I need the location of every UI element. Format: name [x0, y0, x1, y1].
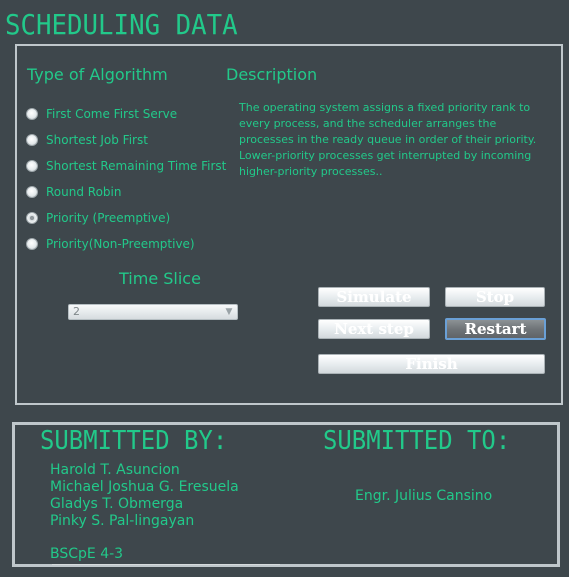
radio-button-icon[interactable] [26, 160, 38, 172]
submission-panel: SUBMITTED BY: SUBMITTED TO: Harold T. As… [12, 422, 560, 567]
recipient-name: Engr. Julius Cansino [355, 488, 493, 504]
finish-button[interactable]: Finish [318, 354, 545, 374]
radio-button-icon[interactable] [26, 134, 38, 146]
time-slice-value: 2 [73, 305, 80, 318]
next-step-button[interactable]: Next step [318, 319, 430, 339]
description-section-title: Description [226, 65, 318, 84]
time-slice-label: Time Slice [119, 269, 201, 288]
radio-button-icon[interactable] [26, 238, 38, 250]
time-slice-select[interactable]: 2 ▼ [68, 304, 238, 320]
algorithm-section-title: Type of Algorithm [27, 65, 168, 84]
radio-label: First Come First Serve [46, 107, 178, 121]
algorithm-radio-list: First Come First Serve Shortest Job Firs… [26, 101, 226, 257]
section-code: BSCpE 4-3 [50, 546, 124, 562]
submitted-by-heading: SUBMITTED BY: [40, 426, 228, 456]
radio-priority-preemptive[interactable]: Priority (Preemptive) [26, 205, 226, 231]
radio-button-selected-icon[interactable] [26, 212, 38, 224]
page-title: SCHEDULING DATA [5, 8, 238, 41]
simulate-button[interactable]: Simulate [318, 287, 430, 307]
radio-button-icon[interactable] [26, 186, 38, 198]
radio-label: Round Robin [46, 185, 122, 199]
member-name: Harold T. Asuncion [50, 462, 180, 478]
radio-first-come-first-serve[interactable]: First Come First Serve [26, 101, 226, 127]
algorithm-description: The operating system assigns a fixed pri… [239, 101, 537, 178]
radio-shortest-remaining-time-first[interactable]: Shortest Remaining Time First [26, 153, 226, 179]
submitted-to-heading: SUBMITTED TO: [323, 426, 511, 456]
radio-shortest-job-first[interactable]: Shortest Job First [26, 127, 226, 153]
stop-button[interactable]: Stop [445, 287, 545, 307]
radio-label: Priority (Preemptive) [46, 211, 171, 225]
radio-round-robin[interactable]: Round Robin [26, 179, 226, 205]
restart-button[interactable]: Restart [445, 318, 546, 340]
radio-label: Shortest Remaining Time First [46, 159, 227, 173]
main-panel: Type of Algorithm Description First Come… [15, 44, 563, 405]
radio-label: Shortest Job First [46, 133, 148, 147]
section-divider [52, 564, 280, 565]
app-window: SCHEDULING DATA Type of Algorithm Descri… [0, 0, 569, 577]
radio-label: Priority(Non-Preemptive) [46, 237, 195, 251]
member-list: Harold T. Asuncion Michael Joshua G. Ere… [50, 462, 310, 530]
radio-button-icon[interactable] [26, 108, 38, 120]
member-name: Gladys T. Obmerga [50, 496, 184, 512]
radio-priority-non-preemptive[interactable]: Priority(Non-Preemptive) [26, 231, 226, 257]
chevron-down-icon[interactable]: ▼ [221, 305, 237, 319]
member-name: Michael Joshua G. Eresuela [50, 479, 239, 495]
member-name: Pinky S. Pal-lingayan [50, 513, 195, 529]
